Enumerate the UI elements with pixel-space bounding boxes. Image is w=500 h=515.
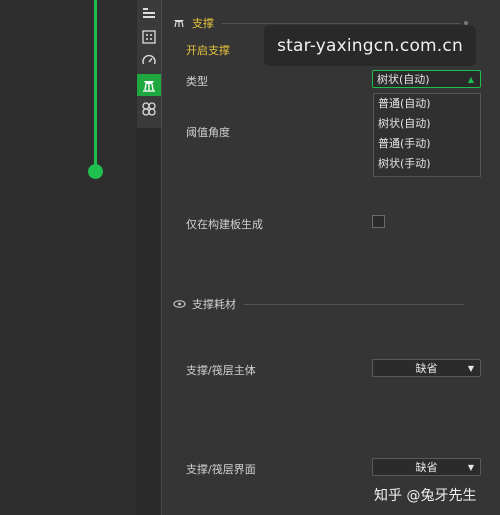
dropdown-option[interactable]: 树状(手动) [374,154,480,174]
support-interface-label: 支撑/筏层界面 [186,463,256,476]
multi-material-icon [142,102,156,116]
support-interface-value: 缺省 [415,461,438,474]
dropdown-option[interactable]: 树状(自动) [374,114,480,134]
support-interface-select[interactable]: 缺省 ▼ [372,458,481,476]
chevron-up-icon: ▲ [467,74,474,84]
section-title-support: 支撑 [192,17,214,30]
tab-speed[interactable] [137,50,161,72]
author-credit: 知乎 @兔牙先生 [374,488,477,504]
layer-slider-handle[interactable] [88,164,103,179]
buildplate-only-label: 仅在构建板生成 [186,218,263,231]
chevron-down-icon: ▼ [467,363,474,373]
threshold-angle-label: 阈值角度 [186,126,230,139]
support-type-value: 树状(自动) [377,73,430,86]
category-tab-rail [137,0,161,128]
section-header-filament[interactable]: 支撑耗材 [172,296,464,312]
section-title-filament: 支撑耗材 [192,298,236,311]
section-divider [222,22,460,24]
eye-icon [172,297,186,311]
tab-multimaterial[interactable] [137,98,161,120]
buildplate-only-checkbox[interactable] [372,215,385,228]
support-base-value: 缺省 [415,362,438,375]
dropdown-option[interactable]: 普通(手动) [374,134,480,154]
chevron-down-icon: ▼ [467,462,474,472]
tab-support[interactable] [137,74,161,96]
grid-icon [142,30,156,44]
settings-panel: 支撑 开启支撑 类型 树状(自动) ▲ 普通(自动) 树状(自动) 普通(手动)… [161,0,500,515]
section-divider [244,303,464,305]
support-type-label: 类型 [186,75,208,88]
layers-icon [143,8,155,18]
support-base-label: 支撑/筏层主体 [186,364,256,377]
gauge-icon [142,54,156,65]
tab-strength[interactable] [137,26,161,48]
support-section-icon [172,16,186,30]
layer-slider-track[interactable] [94,0,97,168]
dropdown-option[interactable]: 普通(自动) [374,94,480,114]
watermark: star-yaxingcn.com.cn [264,25,476,66]
support-icon [143,81,155,92]
support-type-dropdown[interactable]: 普通(自动) 树状(自动) 普通(手动) 树状(手动) [373,93,481,177]
enable-support-label: 开启支撑 [186,44,230,57]
support-base-select[interactable]: 缺省 ▼ [372,359,481,377]
tab-quality[interactable] [137,2,161,24]
viewport[interactable] [0,0,137,515]
support-type-select[interactable]: 树状(自动) ▲ [372,70,481,88]
